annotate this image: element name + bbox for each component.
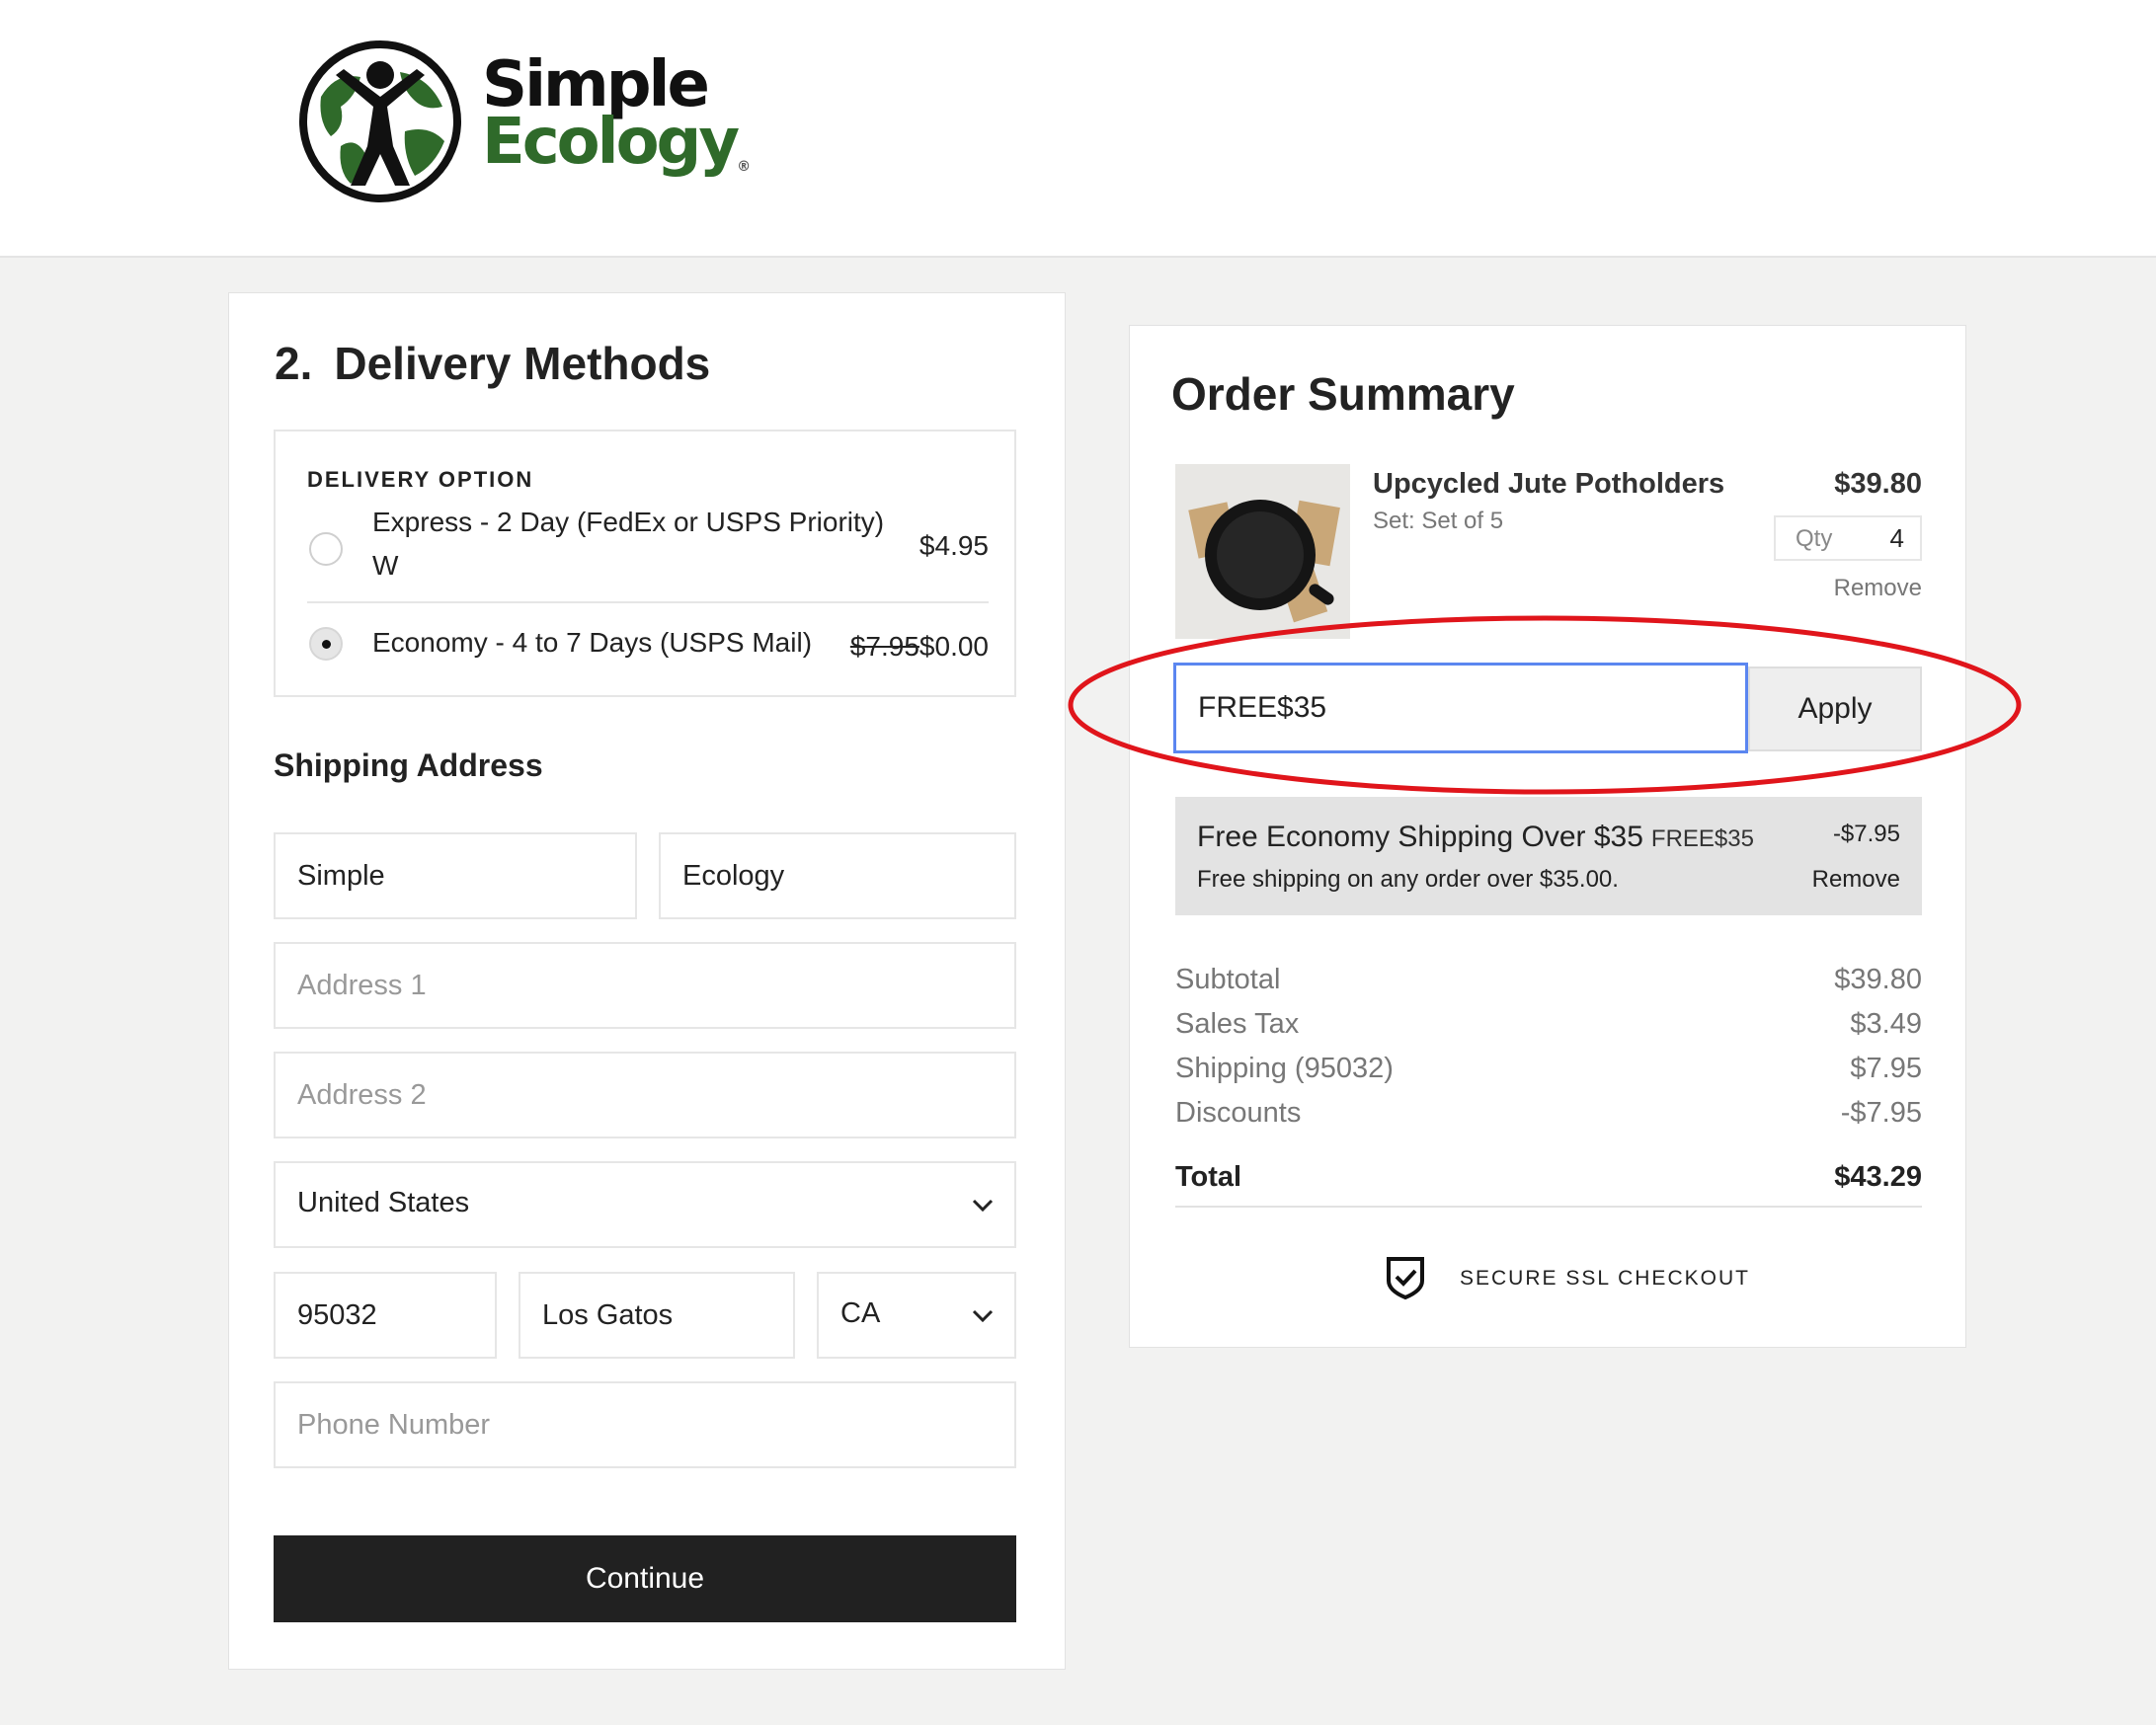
express-label: Express - 2 Day (FedEx or USPS Priority)…	[372, 507, 885, 581]
promo-code-input[interactable]	[1176, 666, 1745, 750]
globe-person-logo-icon	[299, 40, 461, 202]
apply-promo-button[interactable]: Apply	[1748, 666, 1922, 751]
delivery-option-heading: DELIVERY OPTION	[307, 467, 534, 492]
discount-title: Free Economy Shipping Over $35 FREE$35	[1197, 821, 1754, 854]
discounts-label: Discounts	[1175, 1097, 1302, 1129]
subtotal-amount: $39.80	[1834, 964, 1922, 995]
economy-label: Economy - 4 to 7 Days (USPS Mail)	[372, 627, 813, 658]
last-name-field[interactable]	[659, 832, 1016, 919]
delivery-methods-title: 2. Delivery Methods	[275, 337, 710, 390]
step-number: 2.	[275, 338, 313, 389]
total-row: Total $43.29	[1175, 1161, 1922, 1208]
site-header: Simple Ecology®	[0, 0, 2156, 258]
address2-field[interactable]	[274, 1052, 1016, 1138]
quantity-stepper[interactable]: Qty 4	[1774, 515, 1922, 561]
secure-checkout-label: SECURE SSL CHECKOUT	[1460, 1267, 1750, 1290]
remove-discount-link[interactable]: Remove	[1812, 866, 1900, 894]
address2-input[interactable]	[276, 1054, 1014, 1137]
logo-line-2-text: Ecology	[482, 106, 740, 179]
first-name-input[interactable]	[276, 834, 635, 917]
subtotal-label: Subtotal	[1175, 964, 1281, 995]
shipping-address-title: Shipping Address	[274, 747, 543, 783]
continue-button[interactable]: Continue	[274, 1535, 1016, 1622]
economy-radio-selected[interactable]	[309, 627, 343, 661]
product-variant: Set: Set of 5	[1373, 508, 1504, 534]
shield-check-icon	[1387, 1257, 1424, 1300]
remove-item-link[interactable]: Remove	[1834, 575, 1922, 602]
discount-title-text: Free Economy Shipping Over $35	[1197, 821, 1643, 853]
subtotal-row: Subtotal $39.80	[1175, 964, 1922, 1008]
express-price: $4.95	[918, 530, 989, 561]
shipping-amount: $7.95	[1850, 1053, 1922, 1084]
state-select[interactable]: CA	[817, 1272, 1016, 1359]
shipping-row: Shipping (95032) $7.95	[1175, 1053, 1922, 1097]
discounts-amount: -$7.95	[1840, 1097, 1922, 1129]
logo-wordmark: Simple Ecology®	[482, 53, 751, 174]
country-value: United States	[297, 1187, 470, 1218]
order-summary-card: Order Summary Upcycled Jute Potholders S…	[1129, 325, 1966, 1348]
logo-line-2: Ecology®	[482, 111, 751, 174]
economy-discounted-price: $0.00	[918, 631, 989, 662]
shipping-label: Shipping (95032)	[1175, 1053, 1394, 1084]
city-input[interactable]	[520, 1274, 793, 1357]
sales-tax-amount: $3.49	[1850, 1008, 1922, 1040]
product-name: Upcycled Jute Potholders	[1373, 468, 1725, 500]
order-summary-title: Order Summary	[1171, 368, 1515, 420]
address1-input[interactable]	[276, 944, 1014, 1027]
sales-tax-row: Sales Tax $3.49	[1175, 1008, 1922, 1053]
first-name-field[interactable]	[274, 832, 637, 919]
total-label: Total	[1175, 1161, 1242, 1193]
discount-amount: -$7.95	[1832, 821, 1900, 847]
chevron-down-icon	[972, 1309, 994, 1323]
delivery-option-box: DELIVERY OPTION Express - 2 Day (FedEx o…	[274, 430, 1016, 697]
applied-discount: Free Economy Shipping Over $35 FREE$35 Fr…	[1175, 797, 1922, 915]
economy-price: $7.95$0.00	[850, 631, 989, 663]
delivery-option-economy[interactable]: Economy - 4 to 7 Days (USPS Mail) $7.95$…	[307, 609, 989, 678]
qty-label: Qty	[1796, 525, 1833, 552]
phone-field[interactable]	[274, 1381, 1016, 1468]
product-thumbnail	[1175, 464, 1350, 639]
chevron-down-icon	[972, 1199, 994, 1213]
sales-tax-label: Sales Tax	[1175, 1008, 1300, 1040]
city-field[interactable]	[519, 1272, 795, 1359]
simple-ecology-logo[interactable]: Simple Ecology®	[296, 38, 751, 205]
delivery-card: 2. Delivery Methods DELIVERY OPTION Expre…	[228, 292, 1066, 1670]
order-totals: Subtotal $39.80 Sales Tax $3.49 Shipping…	[1175, 964, 1922, 1208]
country-select[interactable]: United States	[274, 1161, 1016, 1248]
qty-value: 4	[1889, 523, 1904, 553]
delivery-option-express[interactable]: Express - 2 Day (FedEx or USPS Priority)…	[307, 501, 989, 603]
address1-field[interactable]	[274, 942, 1016, 1029]
potholder-skillet-image-icon	[1175, 464, 1350, 639]
zip-field[interactable]	[274, 1272, 497, 1359]
state-value: CA	[840, 1297, 881, 1329]
registered-mark: ®	[737, 159, 752, 175]
product-price: $39.80	[1834, 468, 1922, 500]
delivery-title-text: Delivery Methods	[334, 338, 711, 389]
zip-input[interactable]	[276, 1274, 495, 1357]
economy-original-price: $7.95	[849, 631, 919, 662]
last-name-input[interactable]	[661, 834, 1014, 917]
promo-code-field[interactable]	[1173, 663, 1748, 753]
discounts-row: Discounts -$7.95	[1175, 1097, 1922, 1141]
discount-code: FREE$35	[1650, 825, 1754, 852]
discount-description: Free shipping on any order over $35.00.	[1197, 866, 1619, 893]
phone-input[interactable]	[276, 1383, 1014, 1466]
total-amount: $43.29	[1834, 1161, 1922, 1193]
express-radio[interactable]	[309, 532, 343, 566]
